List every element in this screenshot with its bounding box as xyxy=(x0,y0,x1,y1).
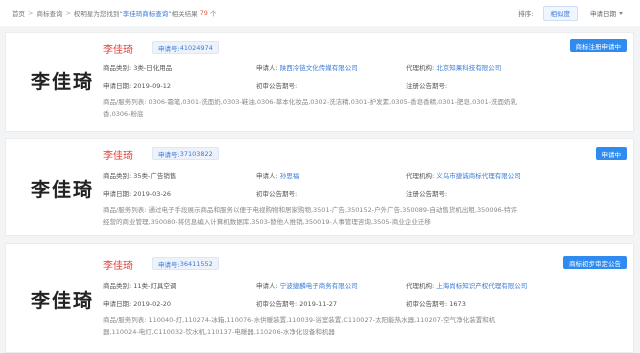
category-label: 商品类别: xyxy=(103,172,132,180)
prelim-no-field: 初审公告期号: 1673 xyxy=(406,298,466,308)
result-middle: 相关结果 xyxy=(171,10,198,18)
application-number-badge: 申请号: 36411552 xyxy=(152,257,219,270)
prelim-no-label: 初审公告期号: xyxy=(256,190,298,198)
breadcrumb-separator: > xyxy=(65,9,71,17)
reg-no-label: 注册公告期号: xyxy=(406,82,448,90)
apply-date-field: 申请日期: 2019-03-26 xyxy=(103,188,171,198)
breadcrumb-search[interactable]: 商标查询 xyxy=(36,8,62,18)
services-list: 商品/服务列表: 0306-霜笔,0301-洗面奶,0303-鞋油,0306-草… xyxy=(103,96,523,120)
reg-no-field: 注册公告期号: xyxy=(406,80,447,90)
sort-relevance-button[interactable]: 相似度 xyxy=(542,5,578,21)
application-number-badge: 申请号: 41024974 xyxy=(152,41,219,54)
application-number-prefix: 申请号: xyxy=(158,150,180,159)
services-label: 商品/服务列表: xyxy=(103,316,147,324)
trademark-logo: 李佳琦 xyxy=(31,179,95,201)
results-header: 首页 > 商标查询 > 权明星为您找到 “李佳琦商标查询” 相关结果 79 个 … xyxy=(0,0,640,26)
apply-date-value: 2019-03-26 xyxy=(133,190,172,198)
category-label: 商品类别: xyxy=(103,282,132,290)
category-field: 商品类别: 35类-广告销售 xyxy=(103,170,176,180)
category-field: 商品类别: 11类-灯具空调 xyxy=(103,280,176,290)
category-value: 35类-广告销售 xyxy=(133,172,177,180)
reg-no-label: 注册公告期号: xyxy=(406,190,448,198)
reg-no-field: 注册公告期号: xyxy=(406,188,447,198)
chevron-down-icon xyxy=(619,11,623,15)
sort-controls: 排序: 相似度 申请日期 xyxy=(518,5,630,21)
sort-date-button[interactable]: 申请日期 xyxy=(583,5,630,21)
services-label: 商品/服务列表: xyxy=(103,98,147,106)
agency-field: 代理机构: 北京知果科技有限公司 xyxy=(406,62,501,72)
application-number-prefix: 申请号: xyxy=(158,260,180,269)
trademark-logo: 李佳琦 xyxy=(31,71,95,93)
application-number-prefix: 申请号: xyxy=(158,44,180,53)
applicant-link[interactable]: 孙思福 xyxy=(280,172,300,180)
result-suffix: 个 xyxy=(209,10,217,18)
category-value: 11类-灯具空调 xyxy=(133,282,177,290)
apply-date-field: 申请日期: 2019-09-12 xyxy=(103,80,171,90)
apply-date-label: 申请日期: xyxy=(103,190,132,198)
applicant-field: 申请人: 孙思福 xyxy=(256,170,299,180)
result-card[interactable]: 李佳琦 李佳琦 申请号: 37103822 申请中 商品类别: 35类-广告销售 … xyxy=(5,138,634,236)
result-prefix: 权明星为您找到 xyxy=(73,10,120,18)
application-number: 41024974 xyxy=(179,43,213,52)
result-count: 79 xyxy=(199,9,208,17)
agency-label: 代理机构: xyxy=(406,172,435,180)
category-field: 商品类别: 3类-日化用品 xyxy=(103,62,172,72)
result-card[interactable]: 李佳琦 李佳琦 申请号: 41024974 商标注册申请中 商品类别: 3类-日化… xyxy=(5,32,634,132)
agency-label: 代理机构: xyxy=(406,64,435,72)
application-number: 37103822 xyxy=(179,149,213,158)
status-badge[interactable]: 商标注册申请中 xyxy=(569,39,627,52)
trademark-logo: 李佳琦 xyxy=(31,290,95,312)
breadcrumb-separator: > xyxy=(28,9,34,17)
apply-date-field: 申请日期: 2019-02-20 xyxy=(103,298,171,308)
sort-relevance-label: 相似度 xyxy=(550,10,571,18)
agency-link[interactable]: 上海尚标知识产权代理有限公司 xyxy=(436,282,527,290)
breadcrumb: 首页 > 商标查询 > 权明星为您找到 “李佳琦商标查询” 相关结果 79 个 xyxy=(12,8,216,18)
sort-label: 排序: xyxy=(518,10,534,18)
applicant-field: 申请人: 宁波捷麟电子商务有限公司 xyxy=(256,280,358,290)
apply-date-value: 2019-02-20 xyxy=(133,300,172,308)
trademark-name[interactable]: 李佳琦 xyxy=(103,257,133,272)
status-badge[interactable]: 商标初步审定公告 xyxy=(563,256,627,269)
applicant-link[interactable]: 宁波捷麟电子商务有限公司 xyxy=(280,282,358,290)
prelim-no-label: 初审公告期号: xyxy=(256,300,298,308)
result-card[interactable]: 李佳琦 李佳琦 申请号: 36411552 商标初步审定公告 商品类别: 11类-… xyxy=(5,243,634,353)
agency-label: 代理机构: xyxy=(406,282,435,290)
prelim-no-field: 初审公告期号: xyxy=(256,80,297,90)
prelim-date-field: 初审公告期号: 2019-11-27 xyxy=(256,298,337,308)
applicant-field: 申请人: 陕西冷链文化传媒有限公司 xyxy=(256,62,358,72)
trademark-name[interactable]: 李佳琦 xyxy=(103,147,133,162)
result-query: “李佳琦商标查询” xyxy=(119,10,172,18)
sort-date-label: 申请日期 xyxy=(590,10,616,18)
applicant-label: 申请人: xyxy=(256,172,278,180)
services-value: 110040-灯,110274-冰箱,110076-水供暖装置,110039-浴… xyxy=(103,316,496,336)
agency-field: 代理机构: 义乌市捷诚商标代理有限公司 xyxy=(406,170,521,180)
apply-date-value: 2019-09-12 xyxy=(133,82,172,90)
applicant-label: 申请人: xyxy=(256,64,278,72)
breadcrumb-home[interactable]: 首页 xyxy=(12,8,25,18)
services-value: 通过电子手段展示商品和服务以便于电视购物和居家购物,3501-广告,350152… xyxy=(103,206,518,226)
prelim-no-value: 1673 xyxy=(449,300,466,308)
prelim-no-label: 初审公告期号: xyxy=(406,300,448,308)
agency-link[interactable]: 义乌市捷诚商标代理有限公司 xyxy=(436,172,521,180)
services-value: 0306-霜笔,0301-洗面奶,0303-鞋油,0306-草本化妆品,0302… xyxy=(103,98,517,118)
services-list: 商品/服务列表: 通过电子手段展示商品和服务以便于电视购物和居家购物,3501-… xyxy=(103,204,523,228)
category-value: 3类-日化用品 xyxy=(133,64,173,72)
agency-field: 代理机构: 上海尚标知识产权代理有限公司 xyxy=(406,280,527,290)
application-number: 36411552 xyxy=(179,259,213,268)
trademark-name[interactable]: 李佳琦 xyxy=(103,41,133,56)
apply-date-label: 申请日期: xyxy=(103,300,132,308)
applicant-label: 申请人: xyxy=(256,282,278,290)
category-label: 商品类别: xyxy=(103,64,132,72)
prelim-date-value: 2019-11-27 xyxy=(299,300,338,308)
agency-link[interactable]: 北京知果科技有限公司 xyxy=(436,64,501,72)
applicant-link[interactable]: 陕西冷链文化传媒有限公司 xyxy=(280,64,358,72)
status-badge[interactable]: 申请中 xyxy=(595,147,627,160)
services-list: 商品/服务列表: 110040-灯,110274-冰箱,110076-水供暖装置… xyxy=(103,314,523,338)
apply-date-label: 申请日期: xyxy=(103,82,132,90)
prelim-no-field: 初审公告期号: xyxy=(256,188,297,198)
services-label: 商品/服务列表: xyxy=(103,206,147,214)
prelim-no-label: 初审公告期号: xyxy=(256,82,298,90)
application-number-badge: 申请号: 37103822 xyxy=(152,147,219,160)
